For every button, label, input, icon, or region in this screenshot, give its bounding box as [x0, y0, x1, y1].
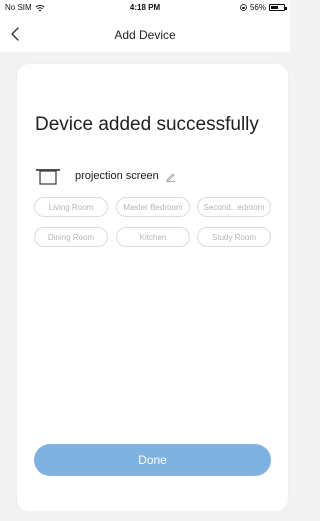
room-chip-second-bedroom[interactable]: Second...edroom: [197, 197, 271, 217]
projection-screen-icon: [36, 169, 60, 185]
room-chip-living-room[interactable]: Living Room: [34, 197, 108, 217]
page-title: Add Device: [114, 28, 176, 42]
bottom-strip: [0, 511, 290, 521]
device-name: projection screen: [75, 170, 159, 182]
room-chip-dining-room[interactable]: Dining Room: [34, 227, 108, 247]
done-button[interactable]: Done: [34, 444, 271, 476]
device-row: projection screen: [35, 167, 176, 185]
room-chip-study-room[interactable]: Study Room: [197, 227, 271, 247]
success-card: Device added successfully projection scr…: [17, 64, 288, 511]
battery-fill: [271, 6, 278, 9]
status-right: 56%: [240, 3, 287, 12]
battery-percent: 56%: [249, 3, 266, 12]
edit-pencil-icon[interactable]: [165, 171, 176, 182]
orientation-lock-icon: [240, 4, 247, 11]
battery-icon: [269, 4, 287, 11]
success-title: Device added successfully: [35, 114, 259, 135]
nav-bar: Add Device: [0, 16, 290, 52]
status-bar: No SIM 4:18 PM 56%: [0, 0, 290, 16]
room-chip-kitchen[interactable]: Kitchen: [116, 227, 190, 247]
room-chip-master-bedroom[interactable]: Master Bedroom: [116, 197, 190, 217]
